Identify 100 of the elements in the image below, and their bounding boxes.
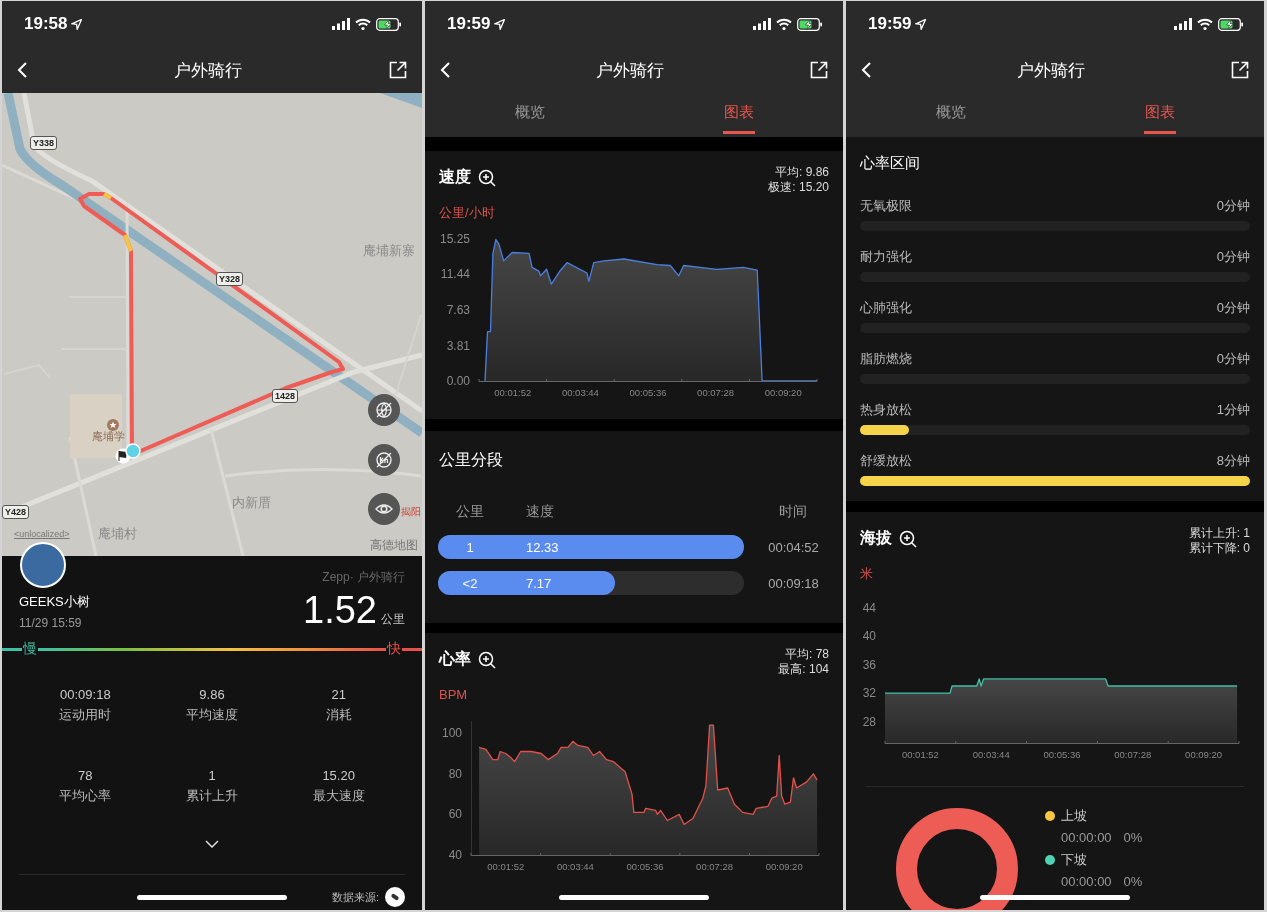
- distance-marker-off-icon: [375, 451, 393, 469]
- signal-icon: [332, 18, 350, 30]
- stat-label: 运动用时: [58, 706, 113, 724]
- avatar: [20, 542, 66, 588]
- tab[interactable]: 概览: [934, 93, 967, 134]
- pace-line: [402, 647, 422, 651]
- place-label: 内新厝: [232, 494, 271, 512]
- column-header: 速度: [525, 503, 555, 521]
- data-source-label: 数据来源:: [331, 889, 379, 905]
- axis-label: 00:05:36: [626, 861, 664, 872]
- back-button[interactable]: [439, 61, 451, 79]
- pace-line: [2, 647, 22, 651]
- axis-label: 7.63: [446, 302, 470, 317]
- zone-duration: 0分钟: [1216, 197, 1250, 215]
- road-label: Y428: [2, 505, 30, 519]
- axis-label: 60: [448, 807, 462, 822]
- axis-label: 40: [862, 629, 876, 644]
- expand-button[interactable]: [205, 840, 219, 848]
- back-button[interactable]: [16, 61, 28, 79]
- axis-label: 3.81: [446, 338, 470, 353]
- card-title: 公里分段: [439, 450, 504, 470]
- summary-stat: 累计上升: 1: [1188, 526, 1250, 541]
- signal-icon: [753, 18, 771, 30]
- axis-label: 44: [862, 600, 876, 615]
- slope-time: 00:00:00: [1061, 830, 1112, 845]
- map-toggle-button[interactable]: [368, 394, 400, 426]
- status-time: 19:59: [868, 14, 912, 34]
- stat-value: 21: [330, 686, 347, 704]
- axis-label: 80: [448, 766, 462, 781]
- axis-label: 36: [862, 657, 876, 672]
- stat-value: 15.20: [321, 767, 356, 785]
- tab[interactable]: 图表: [1143, 93, 1176, 134]
- signal-icon: [1174, 18, 1192, 30]
- place-label: 揭阳: [401, 505, 421, 519]
- stat-value: 1: [207, 767, 217, 785]
- share-button[interactable]: [1230, 60, 1250, 80]
- map-toggle-button[interactable]: [368, 493, 400, 525]
- slope-time: 00:00:00: [1061, 874, 1112, 889]
- zone-duration: 1分钟: [1216, 401, 1250, 419]
- share-icon: [1230, 60, 1250, 80]
- axis-label: 00:09:20: [765, 861, 803, 872]
- battery-charging-icon: [1218, 17, 1244, 31]
- share-button[interactable]: [809, 60, 829, 80]
- legend-label: 上坡: [1061, 807, 1087, 825]
- road-label: Y338: [30, 136, 58, 150]
- axis-label: 00:01:52: [494, 387, 532, 398]
- axis-label: 00:03:44: [556, 861, 594, 872]
- zoom-in-icon: [478, 168, 496, 187]
- unit-label: BPM: [439, 687, 469, 703]
- axis-label: 00:09:20: [764, 387, 802, 398]
- share-button[interactable]: [388, 60, 408, 80]
- back-icon: [16, 61, 28, 79]
- zone-label: 耐力强化: [860, 248, 912, 266]
- nav-title: 户外骑行: [174, 59, 242, 82]
- axis-label: 00:01:52: [901, 749, 939, 760]
- axis-label: 00:01:52: [487, 861, 525, 872]
- axis-label: 11.44: [440, 267, 470, 282]
- tab[interactable]: 图表: [722, 93, 755, 134]
- place-label: 庵埔学: [92, 429, 125, 444]
- card-title: 速度: [439, 167, 471, 187]
- location-arrow-icon: [915, 18, 927, 30]
- unit-label: 公里/小时: [439, 205, 496, 221]
- summary-stat: 极速: 15.20: [768, 180, 829, 195]
- location-dot-icon: [125, 443, 141, 459]
- place-label: 庵埔新寨: [363, 242, 415, 260]
- slope-share: 0%: [1123, 830, 1143, 845]
- user-name: GEEKS小树: [19, 594, 90, 610]
- stat-label: 最大速度: [311, 787, 366, 805]
- km-value: <2: [461, 575, 479, 591]
- wifi-icon: [776, 18, 792, 30]
- card-title: 心率区间: [860, 153, 921, 173]
- time-value: 00:09:18: [767, 575, 820, 591]
- attribution-link[interactable]: <unlocalized>: [14, 529, 70, 539]
- axis-label: 32: [862, 686, 876, 701]
- map-toggle-button[interactable]: [368, 444, 400, 476]
- summary-stat: 平均: 9.86: [773, 165, 829, 180]
- date-time: 11/29 15:59: [19, 616, 83, 630]
- zone-duration: 8分钟: [1216, 452, 1250, 470]
- status-time: 19:59: [447, 14, 491, 34]
- stat-label: 平均速度: [185, 706, 239, 724]
- map-provider-label: 高德地图: [370, 537, 418, 554]
- km-value: 1: [465, 539, 475, 555]
- road-label: Y328: [216, 272, 244, 286]
- axis-label: 00:03:44: [561, 387, 599, 398]
- zoom-in-icon: [899, 529, 917, 548]
- zone-label: 舒缓放松: [860, 452, 912, 470]
- axis-label: 40: [448, 848, 462, 862]
- zone-label: 心肺强化: [860, 299, 912, 317]
- fast-label: 快: [386, 640, 402, 658]
- back-button[interactable]: [860, 61, 872, 79]
- unit-label: 米: [860, 566, 874, 582]
- legend-label: 下坡: [1061, 851, 1087, 869]
- stat-label: 平均心率: [58, 787, 113, 805]
- nav-title: 户外骑行: [596, 59, 664, 82]
- zone-label: 脂肪燃烧: [860, 350, 912, 368]
- time-value: 00:04:52: [767, 539, 820, 555]
- battery-charging-icon: [376, 17, 402, 31]
- card-title: 心率: [439, 649, 471, 669]
- tab[interactable]: 概览: [513, 93, 546, 134]
- slope-share: 0%: [1123, 874, 1143, 889]
